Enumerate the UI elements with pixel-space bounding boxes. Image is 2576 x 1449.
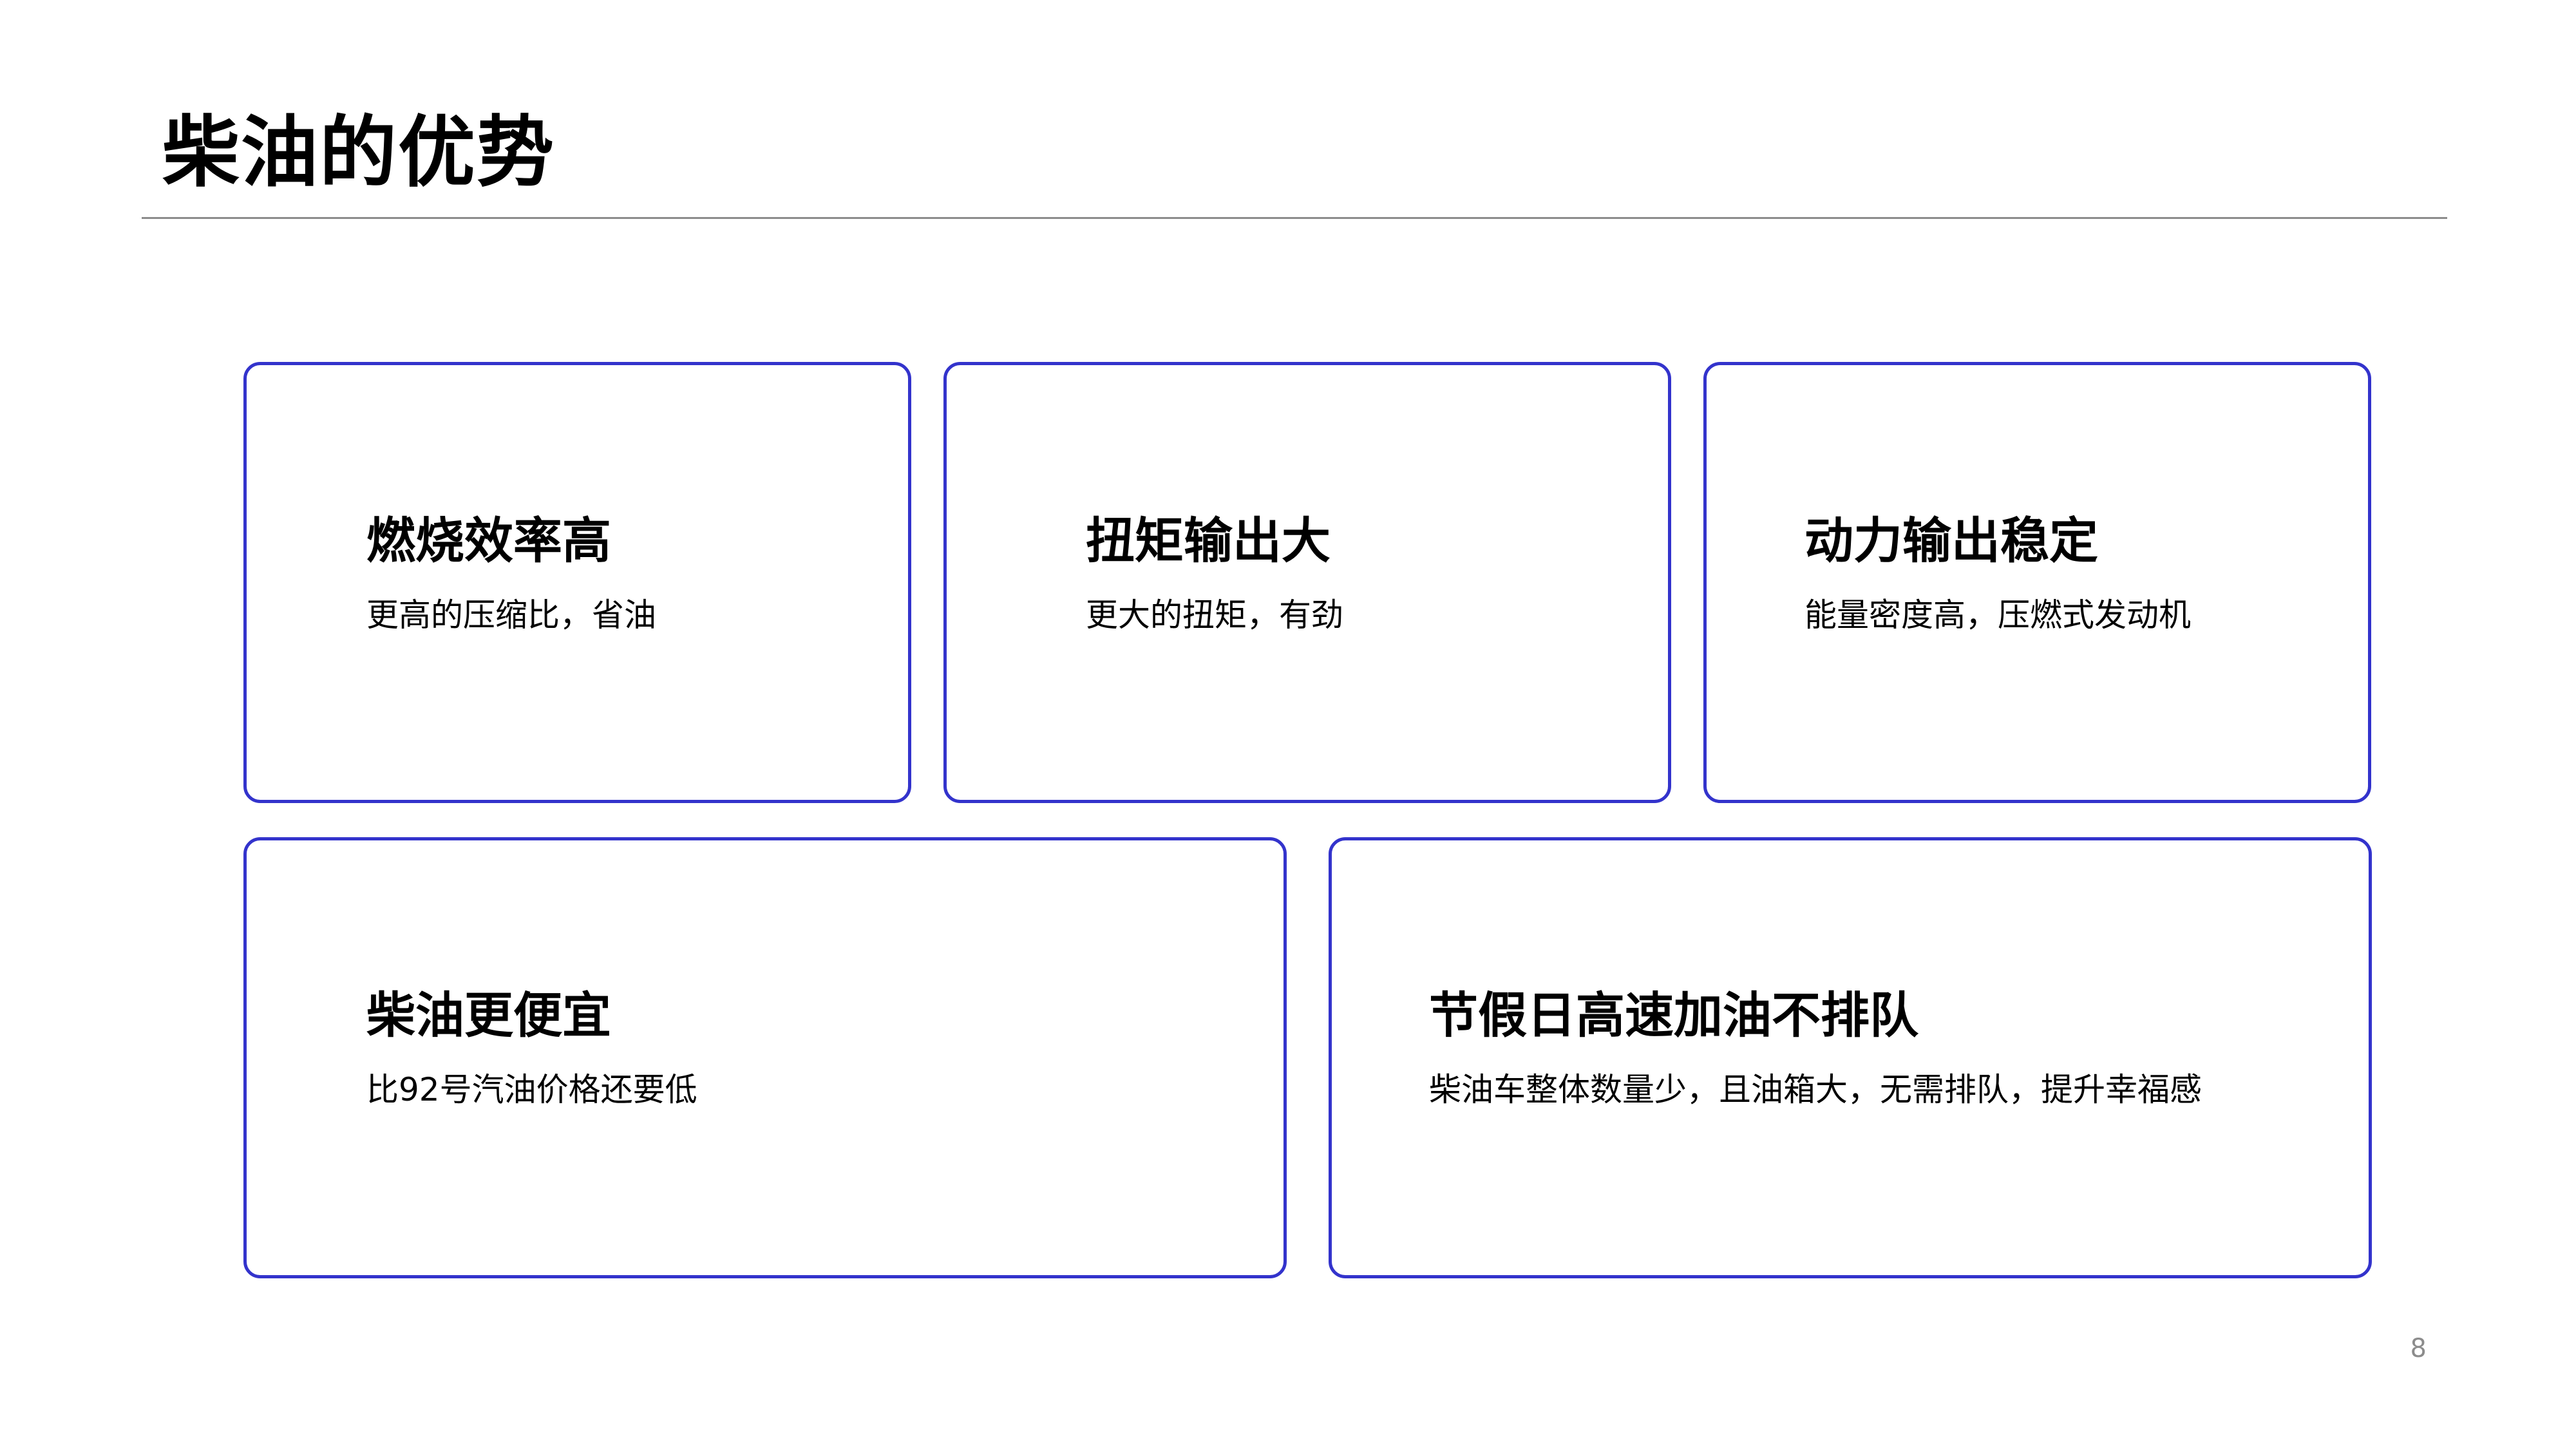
card-text: 比92号汽油价格还要低 xyxy=(366,1071,697,1108)
advantage-card-stable-power xyxy=(1703,362,2371,803)
advantage-card-no-queue xyxy=(1329,837,2372,1278)
card-text: 能量密度高，压燃式发动机 xyxy=(1804,596,2191,634)
page-number: 8 xyxy=(2410,1334,2427,1363)
advantage-card-torque-output xyxy=(943,362,1671,803)
card-heading: 动力输出稳定 xyxy=(1804,512,2098,569)
card-text: 更大的扭矩，有劲 xyxy=(1086,596,1343,634)
card-heading: 节假日高速加油不排队 xyxy=(1429,987,1918,1044)
card-heading: 扭矩输出大 xyxy=(1086,512,1331,569)
title-divider xyxy=(142,217,2447,219)
card-heading: 柴油更便宜 xyxy=(366,987,611,1044)
advantage-card-cheaper-fuel xyxy=(243,837,1287,1278)
card-text: 柴油车整体数量少，且油箱大，无需排队，提升幸福感 xyxy=(1429,1071,2202,1108)
advantage-card-combustion-efficiency xyxy=(243,362,911,803)
slide-title: 柴油的优势 xyxy=(162,108,555,198)
card-heading: 燃烧效率高 xyxy=(366,512,611,569)
card-text: 更高的压缩比，省油 xyxy=(366,596,656,634)
